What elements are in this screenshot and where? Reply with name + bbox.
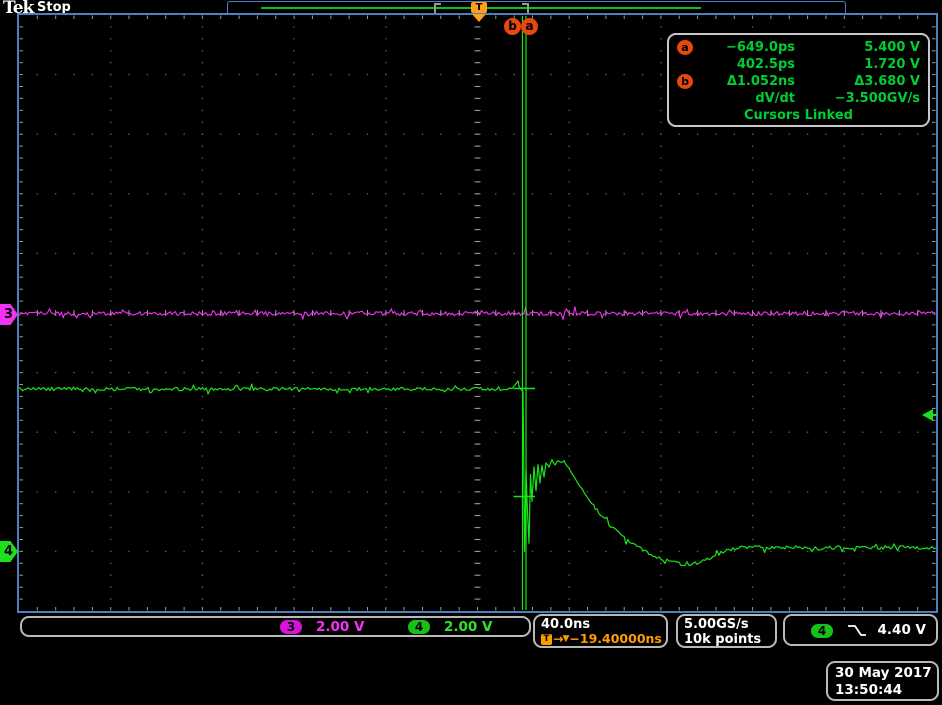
date-value: 30 May 2017 [835, 665, 937, 682]
dvdt-value: −3.500GV/s [795, 91, 920, 106]
trigger-readout[interactable]: 4 4.40 V [783, 614, 938, 646]
trigger-t-icon: T [541, 634, 552, 645]
ch3-badge[interactable]: 3 [280, 620, 302, 634]
acquisition-readout[interactable]: 5.00GS/s 10k points [676, 614, 777, 648]
ch4-scale: 2.00 V [444, 619, 492, 635]
spacer [677, 91, 693, 106]
trigger-delay-readout: T → ▼ −19.40000ns [541, 632, 666, 646]
time-value: 13:50:44 [835, 682, 937, 699]
trigger-level-value: 4.40 V [878, 622, 926, 638]
ch4-badge[interactable]: 4 [408, 620, 430, 634]
cursor-readout-panel[interactable]: a −649.0ps 5.400 V 402.5ps 1.720 V b Δ1.… [667, 33, 930, 127]
oscilloscope-screen: Tek Stop T b a 3 4 a −649.0ps 5.400 V 40… [0, 0, 942, 705]
cursor-b-voltage: 1.720 V [795, 57, 920, 72]
cursor-a-time: −649.0ps [693, 40, 795, 55]
dvdt-label: dV/dt [693, 91, 795, 106]
horizontal-readout[interactable]: 40.0ns T → ▼ −19.40000ns [533, 614, 668, 648]
cursor-a-voltage: 5.400 V [795, 40, 920, 55]
falling-edge-icon [847, 624, 867, 638]
datetime-readout[interactable]: 30 May 2017 13:50:44 [826, 661, 939, 701]
cursor-a-row: a −649.0ps 5.400 V [669, 39, 928, 56]
cursor-b-badge: b [677, 74, 693, 89]
trigger-delay-value: −19.40000ns [569, 632, 661, 646]
cursors-linked-label: Cursors Linked [669, 108, 928, 123]
trigger-position-arrow-icon [472, 14, 486, 22]
trigger-level-arrow-tail [932, 414, 937, 416]
record-length: 10k points [684, 632, 775, 647]
cursor-b-values-row: 402.5ps 1.720 V [669, 56, 928, 73]
dvdt-row: dV/dt −3.500GV/s [669, 90, 928, 107]
slope-down-icon: ▼ [562, 632, 569, 646]
delta-time: Δ1.052ns [693, 74, 795, 89]
trigger-source-badge: 4 [811, 624, 833, 638]
sample-rate: 5.00GS/s [684, 617, 775, 632]
ch3-position-marker[interactable]: 3 [0, 304, 18, 325]
trigger-position-flag[interactable]: T [471, 2, 487, 13]
timebase-value: 40.0ns [541, 617, 666, 632]
cursor-b-time: 402.5ps [693, 57, 795, 72]
ch4-position-marker[interactable]: 4 [0, 541, 18, 562]
channel-scale-readout[interactable]: 3 2.00 V 4 2.00 V [20, 616, 531, 637]
delta-voltage: Δ3.680 V [795, 74, 920, 89]
cursor-delta-row: b Δ1.052ns Δ3.680 V [669, 73, 928, 90]
cursor-a-marker[interactable]: a [521, 18, 538, 35]
cursor-a-badge: a [677, 40, 693, 55]
spacer [677, 57, 693, 72]
cursor-b-marker[interactable]: b [504, 18, 521, 35]
ch3-scale: 2.00 V [316, 619, 364, 635]
